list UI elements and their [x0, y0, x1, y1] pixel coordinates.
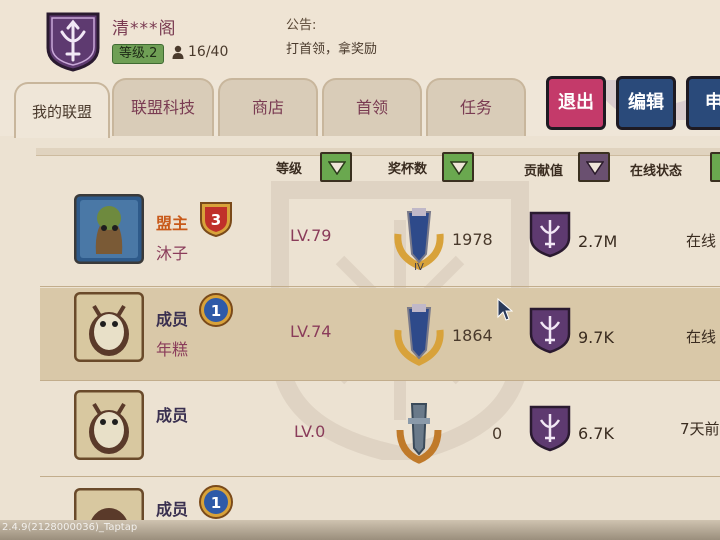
sort-online-button[interactable] [710, 152, 720, 182]
owl-avatar-icon [74, 488, 144, 520]
tab-boss[interactable]: 首领 [322, 78, 422, 136]
row-divider [40, 286, 720, 287]
row-divider [40, 476, 720, 477]
member-name: 沐子 [156, 244, 189, 263]
column-level: 等级 [276, 162, 303, 177]
contribution-value: 9.7K [578, 328, 614, 347]
rank-number: 3 [211, 211, 221, 229]
contribution-value: 6.7K [578, 424, 614, 443]
member-count-value: 16/40 [188, 44, 229, 60]
member-row[interactable]: 成员 1 [40, 478, 720, 520]
triangle-down-icon [586, 161, 604, 175]
tab-shop[interactable]: 商店 [218, 78, 318, 136]
contribution-crest-icon [529, 211, 571, 258]
member-level: LV.0 [294, 422, 326, 441]
trophy-count: 1864 [452, 326, 493, 345]
tab-my-alliance[interactable]: 我的联盟 [14, 82, 110, 138]
notice-text: 打首领，拿奖励 [286, 42, 378, 57]
svg-text:IV: IV [414, 262, 424, 273]
trophy-count: 0 [492, 424, 503, 443]
member-role: 成员 [156, 406, 189, 425]
member-role: 盟主 [156, 214, 189, 233]
laurel-trophy-icon: IV [394, 208, 444, 273]
contribution-crest-icon [529, 405, 571, 452]
guild-name: 清***阁 [112, 19, 177, 39]
person-icon [172, 45, 184, 59]
quit-button[interactable]: 退出 [546, 76, 606, 130]
owl-avatar-icon [74, 390, 144, 460]
trophy-count: 1978 [452, 230, 493, 249]
rank-shield-icon: 3 [200, 202, 232, 238]
silver-trophy-icon [396, 403, 442, 464]
rank-medal-icon: 1 [199, 485, 233, 519]
notice-label: 公告: [286, 18, 317, 33]
apply-button[interactable]: 申 [686, 76, 720, 130]
column-online-status: 在线状态 [630, 164, 683, 179]
laurel-trophy-icon [394, 304, 444, 366]
online-status: 在线 [686, 232, 717, 250]
rank-number: 1 [211, 494, 221, 512]
column-contribution: 贡献值 [524, 164, 564, 179]
mouse-cursor-icon [497, 298, 513, 321]
online-status: 在线 [686, 328, 717, 346]
sort-contribution-button[interactable] [578, 152, 610, 182]
game-screen: 清***阁 等级.2 16/40 公告: 打首领，拿奖励 联盟科技 商店 首领 … [0, 0, 720, 540]
rank-medal-icon: 1 [199, 293, 233, 327]
tab-quests[interactable]: 任务 [426, 78, 526, 136]
row-divider [40, 380, 720, 381]
member-row[interactable]: 盟主 3 沐子 LV.79 IV 1978 2.7M 在线 [40, 192, 720, 284]
member-level: LV.79 [290, 226, 332, 245]
member-row[interactable]: 成员 1 年糕 LV.74 1864 9.7K 在线 [40, 288, 720, 380]
tab-alliance-tech[interactable]: 联盟科技 [112, 78, 214, 136]
triangle-down-icon [328, 161, 346, 175]
tree-avatar-icon [74, 194, 144, 264]
sort-level-button[interactable] [320, 152, 352, 182]
edit-button[interactable]: 编辑 [616, 76, 676, 130]
member-row[interactable]: 成员 LV.0 0 6.7K 7天前 [40, 382, 720, 474]
guild-level-badge: 等级.2 [112, 44, 165, 64]
member-count: 16/40 [172, 44, 228, 60]
sort-trophies-button[interactable] [442, 152, 474, 182]
member-role: 成员 [156, 500, 189, 519]
owl-avatar-icon [74, 292, 144, 362]
member-name: 年糕 [156, 340, 189, 359]
contribution-value: 2.7M [578, 232, 618, 251]
member-role: 成员 [156, 310, 189, 329]
member-level: LV.74 [290, 322, 332, 341]
version-text: 2.4.9(2128000036)_Taptap [2, 522, 138, 533]
online-status: 7天前 [680, 420, 720, 438]
rank-number: 1 [211, 302, 221, 320]
triangle-down-icon [450, 161, 468, 175]
panel-top-edge [36, 148, 720, 156]
column-trophies: 奖杯数 [388, 162, 428, 177]
guild-emblem-icon[interactable] [44, 10, 102, 72]
contribution-crest-icon [529, 307, 571, 354]
